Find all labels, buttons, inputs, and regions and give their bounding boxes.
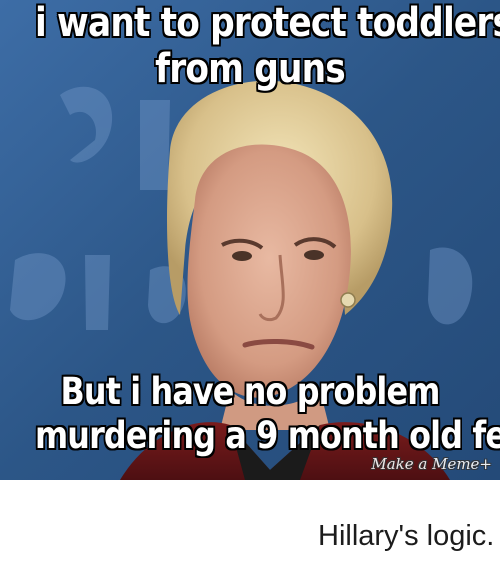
- meme-top-text: i want to protect toddlers from guns: [35, 0, 500, 92]
- meme-bottom-line-2: murdering a 9 month old fetus: [35, 414, 500, 457]
- meme-top-line-2: from guns: [155, 46, 346, 92]
- meme-bottom-text: But i have no problem murdering a 9 mont…: [35, 370, 500, 458]
- meme-top-line-1: i want to protect toddlers: [35, 0, 500, 46]
- post-caption: Hillary's logic.: [318, 520, 495, 552]
- meme-bottom-line-1: But i have no problem: [60, 370, 441, 413]
- meme-image: i want to protect toddlers from guns But…: [0, 0, 500, 480]
- make-a-meme-watermark: Make a Meme+: [371, 455, 492, 473]
- meme-post: i want to protect toddlers from guns But…: [0, 0, 500, 568]
